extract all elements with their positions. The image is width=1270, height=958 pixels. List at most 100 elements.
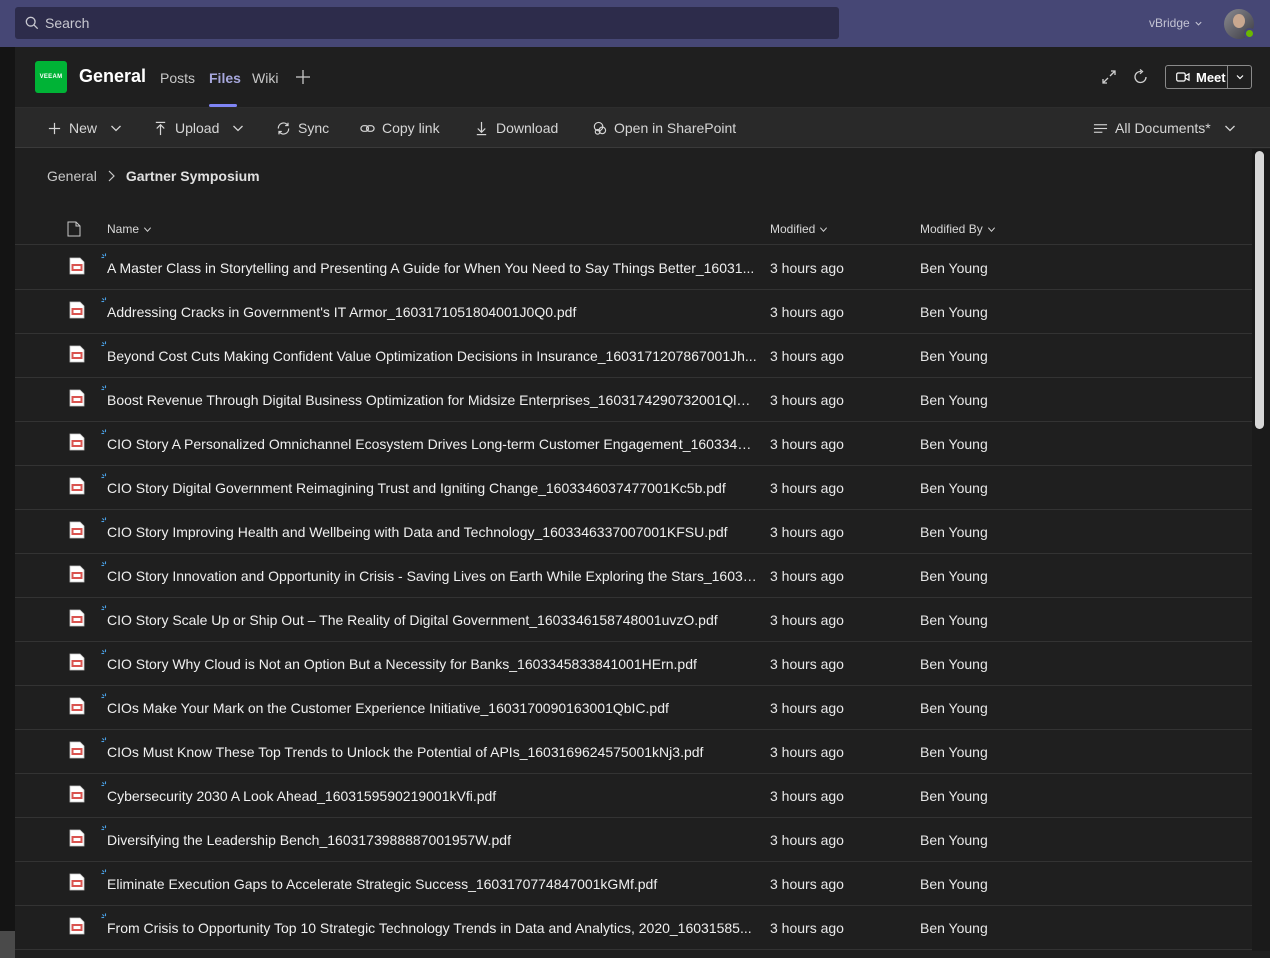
document-library: General Gartner Symposium Name Modified … <box>15 149 1252 951</box>
file-modified-by[interactable]: Ben Young <box>920 480 988 496</box>
file-modified: 3 hours ago <box>770 832 844 848</box>
file-name[interactable]: CIOs Must Know These Top Trends to Unloc… <box>107 744 757 760</box>
table-row[interactable]: CIO Story Scale Up or Ship Out – The Rea… <box>15 598 1252 642</box>
video-camera-icon <box>1176 72 1190 82</box>
meet-options-button[interactable] <box>1228 72 1251 82</box>
table-row[interactable]: Boost Revenue Through Digital Business O… <box>15 378 1252 422</box>
file-modified-by[interactable]: Ben Young <box>920 612 988 628</box>
file-name[interactable]: CIO Story Why Cloud is Not an Option But… <box>107 656 757 672</box>
file-name[interactable]: Addressing Cracks in Government's IT Arm… <box>107 304 757 320</box>
file-modified-by[interactable]: Ben Young <box>920 392 988 408</box>
file-name[interactable]: CIO Story Digital Government Reimagining… <box>107 480 757 496</box>
meet-button[interactable]: Meet <box>1165 65 1252 89</box>
scrollbar-thumb[interactable] <box>1255 151 1264 429</box>
column-header-modified[interactable]: Modified <box>770 222 828 236</box>
file-modified-by[interactable]: Ben Young <box>920 744 988 760</box>
file-modified-by[interactable]: Ben Young <box>920 788 988 804</box>
new-button[interactable]: New <box>47 120 122 136</box>
table-row[interactable]: CIO Story Improving Health and Wellbeing… <box>15 510 1252 554</box>
copy-link-button[interactable]: Copy link <box>360 120 440 136</box>
table-row[interactable]: Cybersecurity 2030 A Look Ahead_16031595… <box>15 774 1252 818</box>
search-box[interactable] <box>15 7 839 39</box>
download-label: Download <box>496 120 559 136</box>
column-header-name[interactable]: Name <box>107 222 152 236</box>
refresh-icon[interactable] <box>1132 68 1150 86</box>
column-header-row: Name Modified Modified By <box>15 211 1252 245</box>
table-row[interactable]: CIO Story Digital Government Reimagining… <box>15 466 1252 510</box>
pdf-file-icon <box>69 477 85 495</box>
file-name[interactable]: Boost Revenue Through Digital Business O… <box>107 392 757 408</box>
file-modified-by[interactable]: Ben Young <box>920 524 988 540</box>
breadcrumb: General Gartner Symposium <box>47 168 260 184</box>
table-row[interactable]: CIO Story A Personalized Omnichannel Eco… <box>15 422 1252 466</box>
pdf-file-icon <box>69 741 85 759</box>
copy-link-label: Copy link <box>382 120 440 136</box>
expand-icon[interactable] <box>1100 68 1118 86</box>
upload-button[interactable]: Upload <box>153 120 244 136</box>
file-name[interactable]: Diversifying the Leadership Bench_160317… <box>107 832 757 848</box>
pdf-file-icon <box>69 389 85 407</box>
add-tab-icon[interactable] <box>295 69 311 85</box>
download-button[interactable]: Download <box>474 120 558 136</box>
column-header-modified-by[interactable]: Modified By <box>920 222 996 236</box>
table-row[interactable]: Eliminate Execution Gaps to Accelerate S… <box>15 862 1252 906</box>
file-modified-by[interactable]: Ben Young <box>920 876 988 892</box>
chevron-down-icon <box>1236 75 1244 80</box>
presence-available-icon <box>1244 28 1255 39</box>
file-modified-by[interactable]: Ben Young <box>920 436 988 452</box>
chevron-down-icon <box>111 125 121 132</box>
file-modified-by[interactable]: Ben Young <box>920 260 988 276</box>
table-row[interactable]: Diversifying the Leadership Bench_160317… <box>15 818 1252 862</box>
tab-wiki[interactable]: Wiki <box>252 70 278 86</box>
open-in-sharepoint-button[interactable]: Open in SharePoint <box>592 120 736 136</box>
pdf-file-icon <box>69 785 85 803</box>
scrollbar[interactable] <box>1252 149 1270 951</box>
pdf-file-icon <box>69 345 85 363</box>
pdf-file-icon <box>69 565 85 583</box>
file-name[interactable]: A Master Class in Storytelling and Prese… <box>107 260 757 276</box>
file-name[interactable]: Cybersecurity 2030 A Look Ahead_16031595… <box>107 788 757 804</box>
file-modified-by[interactable]: Ben Young <box>920 348 988 364</box>
tab-posts[interactable]: Posts <box>160 70 195 86</box>
file-modified-by[interactable]: Ben Young <box>920 656 988 672</box>
pdf-file-icon <box>69 301 85 319</box>
table-row[interactable]: CIO Story Why Cloud is Not an Option But… <box>15 642 1252 686</box>
file-name[interactable]: CIOs Make Your Mark on the Customer Expe… <box>107 700 757 716</box>
pdf-file-icon <box>69 433 85 451</box>
team-logo: VEEAM <box>35 61 67 93</box>
table-row[interactable]: CIO Story Innovation and Opportunity in … <box>15 554 1252 598</box>
table-row[interactable]: CIOs Make Your Mark on the Customer Expe… <box>15 686 1252 730</box>
breadcrumb-current: Gartner Symposium <box>125 168 260 184</box>
sync-button[interactable]: Sync <box>276 120 329 136</box>
file-modified-by[interactable]: Ben Young <box>920 304 988 320</box>
column-name-label: Name <box>107 222 140 236</box>
file-name[interactable]: CIO Story Innovation and Opportunity in … <box>107 568 757 584</box>
org-switcher[interactable]: vBridge <box>1149 16 1203 30</box>
file-modified-by[interactable]: Ben Young <box>920 700 988 716</box>
file-modified-by[interactable]: Ben Young <box>920 568 988 584</box>
table-row[interactable]: Beyond Cost Cuts Making Confident Value … <box>15 334 1252 378</box>
table-row[interactable]: From Crisis to Opportunity Top 10 Strate… <box>15 906 1252 950</box>
file-name[interactable]: Eliminate Execution Gaps to Accelerate S… <box>107 876 757 892</box>
breadcrumb-root[interactable]: General <box>47 168 97 184</box>
table-row[interactable]: CIOs Must Know These Top Trends to Unloc… <box>15 730 1252 774</box>
file-modified-by[interactable]: Ben Young <box>920 920 988 936</box>
table-row[interactable]: Addressing Cracks in Government's IT Arm… <box>15 290 1252 334</box>
file-name[interactable]: CIO Story A Personalized Omnichannel Eco… <box>107 436 757 452</box>
list-view-icon <box>1093 123 1108 133</box>
file-modified: 3 hours ago <box>770 348 844 364</box>
file-name[interactable]: Beyond Cost Cuts Making Confident Value … <box>107 348 757 364</box>
file-name[interactable]: CIO Story Improving Health and Wellbeing… <box>107 524 757 540</box>
sync-label: Sync <box>298 120 330 136</box>
file-type-icon[interactable] <box>67 221 81 237</box>
table-row[interactable]: A Master Class in Storytelling and Prese… <box>15 246 1252 290</box>
file-name[interactable]: From Crisis to Opportunity Top 10 Strate… <box>107 920 757 936</box>
sync-icon <box>277 121 290 135</box>
file-name[interactable]: CIO Story Scale Up or Ship Out – The Rea… <box>107 612 757 628</box>
pdf-file-icon <box>69 697 85 715</box>
tab-files[interactable]: Files <box>209 70 241 86</box>
chevron-down-icon <box>1224 125 1235 132</box>
view-switcher[interactable]: All Documents* <box>1093 120 1236 136</box>
file-modified-by[interactable]: Ben Young <box>920 832 988 848</box>
search-input[interactable] <box>45 15 825 31</box>
